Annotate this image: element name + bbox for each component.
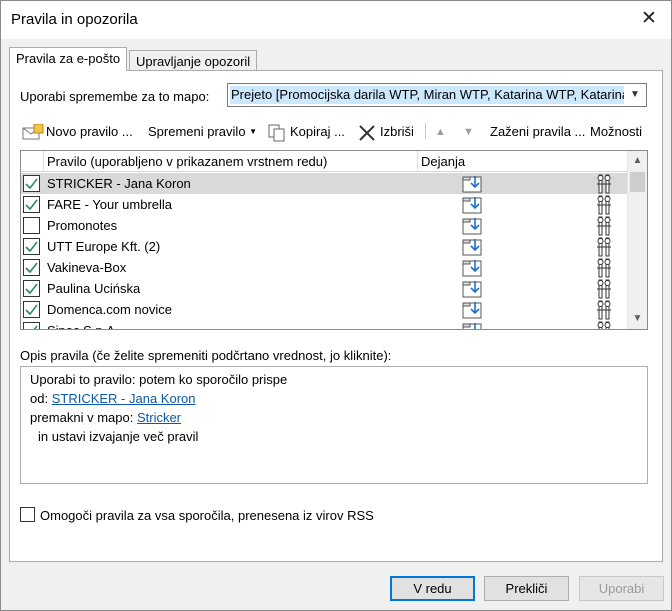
rule-name: UTT Europe Kft. (2) [47, 239, 161, 254]
move-to-folder-icon [462, 279, 484, 299]
close-icon[interactable]: ✕ [639, 9, 659, 29]
stop-processing-icon [596, 195, 612, 215]
move-to-folder-icon [462, 300, 484, 320]
rule-enabled-checkbox[interactable] [23, 196, 40, 213]
delete-button[interactable]: Izbriši [380, 121, 414, 143]
column-divider [43, 151, 44, 171]
rule-name: STRICKER - Jana Koron [47, 176, 191, 191]
rule-name: Sipec S.p.A. [47, 323, 119, 329]
rule-row[interactable]: UTT Europe Kft. (2) [21, 236, 627, 257]
stop-processing-icon [596, 279, 612, 299]
tab-manage-alerts[interactable]: Upravljanje opozoril [129, 50, 258, 72]
column-header-rule[interactable]: Pravilo (uporabljeno v prikazanem vrstne… [47, 154, 327, 169]
scroll-up-icon[interactable]: ▲ [628, 151, 647, 171]
folder-select-value: Prejeto [Promocijska darila WTP, Miran W… [230, 86, 624, 104]
rule-description-box: Uporabi to pravilo: potem ko sporočilo p… [20, 366, 648, 484]
move-to-folder-icon [462, 237, 484, 257]
stop-processing-icon [596, 300, 612, 320]
cancel-button[interactable]: Prekliči [484, 576, 569, 601]
rule-row[interactable]: Domenca.com novice [21, 299, 627, 320]
folder-select[interactable]: Prejeto [Promocijska darila WTP, Miran W… [227, 83, 647, 107]
stop-processing-icon [596, 321, 612, 329]
title-bar: Pravila in opozorila ✕ [1, 1, 671, 39]
from-prefix: od: [30, 391, 49, 406]
move-to-folder-icon [462, 195, 484, 215]
move-to-folder-icon [462, 258, 484, 278]
delete-x-icon [357, 123, 377, 146]
folder-label: Uporabi spremembe za to mapo: [20, 89, 210, 104]
tab-email-rules[interactable]: Pravila za e-pošto [9, 47, 128, 71]
rule-name: Promonotes [47, 218, 118, 233]
move-up-icon[interactable]: ▲ [435, 121, 446, 143]
rule-row[interactable]: STRICKER - Jana Koron [21, 173, 627, 194]
rules-list-header: Pravilo (uporabljeno v prikazanem vrstne… [21, 151, 627, 172]
rule-row[interactable]: Paulina Ucińska [21, 278, 627, 299]
description-line-stop: in ustavi izvajanje več pravil [38, 429, 199, 444]
stop-processing-icon [596, 258, 612, 278]
copy-icon [267, 123, 287, 146]
description-label: Opis pravila (če želite spremeniti podčr… [20, 348, 392, 363]
description-line-from: od: STRICKER - Jana Koron [30, 391, 195, 406]
rule-name: FARE - Your umbrella [47, 197, 173, 212]
rule-name: Domenca.com novice [47, 302, 172, 317]
change-rule-button[interactable]: Spremeni pravilo ▼ [148, 121, 257, 143]
description-line-move: premakni v mapo: Stricker [30, 410, 181, 425]
rule-name: Vakineva-Box [47, 260, 127, 275]
ok-button[interactable]: V redu [390, 576, 475, 601]
description-line-trigger: Uporabi to pravilo: potem ko sporočilo p… [30, 372, 288, 387]
rule-row[interactable]: Sipec S.p.A. [21, 320, 627, 329]
move-to-folder-icon [462, 216, 484, 236]
scroll-down-icon[interactable]: ▼ [628, 309, 647, 329]
rule-row[interactable]: Vakineva-Box [21, 257, 627, 278]
toolbar-separator [425, 123, 426, 139]
window-title: Pravila in opozorila [11, 11, 138, 28]
rule-row[interactable]: FARE - Your umbrella [21, 194, 627, 215]
rule-enabled-checkbox[interactable] [23, 280, 40, 297]
from-link[interactable]: STRICKER - Jana Koron [52, 391, 196, 406]
stop-processing-icon [596, 237, 612, 257]
stop-processing-icon [596, 216, 612, 236]
rules-list: Pravilo (uporabljeno v prikazanem vrstne… [20, 150, 648, 330]
rule-enabled-checkbox[interactable] [23, 322, 40, 329]
copy-button[interactable]: Kopiraj ... [290, 121, 345, 143]
rule-name: Paulina Ucińska [47, 281, 141, 296]
chevron-down-icon[interactable]: ▼ [624, 84, 646, 106]
rule-enabled-checkbox[interactable] [23, 217, 40, 234]
stop-processing-icon [596, 174, 612, 194]
apply-button[interactable]: Uporabi [579, 576, 664, 601]
rule-row[interactable]: Promonotes [21, 215, 627, 236]
options-button[interactable]: Možnosti [590, 121, 642, 143]
rule-enabled-checkbox[interactable] [23, 238, 40, 255]
column-header-actions[interactable]: Dejanja [421, 154, 465, 169]
rules-and-alerts-dialog: Pravila in opozorila ✕ Pravila za e-pošt… [0, 0, 672, 611]
move-folder-link[interactable]: Stricker [137, 410, 181, 425]
rule-enabled-checkbox[interactable] [23, 259, 40, 276]
rss-rules-checkbox[interactable] [20, 507, 35, 522]
run-rules-button[interactable]: Zaženi pravila ... [490, 121, 585, 143]
rule-enabled-checkbox[interactable] [23, 175, 40, 192]
change-rule-label: Spremeni pravilo [148, 124, 246, 139]
move-to-folder-icon [462, 174, 484, 194]
move-down-icon[interactable]: ▼ [463, 121, 474, 143]
new-rule-icon [22, 123, 44, 145]
caret-down-icon: ▼ [249, 127, 258, 136]
rule-enabled-checkbox[interactable] [23, 301, 40, 318]
rss-rules-label: Omogoči pravila za vsa sporočila, prenes… [40, 508, 374, 523]
move-prefix: premakni v mapo: [30, 410, 134, 425]
scroll-thumb[interactable] [630, 172, 645, 192]
move-to-folder-icon [462, 321, 484, 329]
column-divider [417, 151, 418, 171]
new-rule-button[interactable]: Novo pravilo ... [46, 121, 133, 143]
vertical-scrollbar[interactable]: ▲ ▼ [627, 151, 647, 329]
